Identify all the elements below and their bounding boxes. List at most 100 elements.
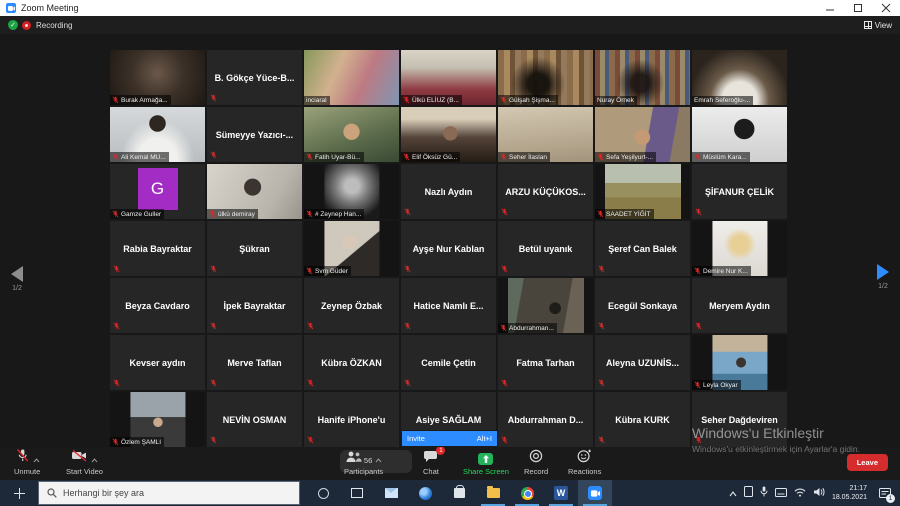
participant-tile[interactable]: Demire Nur K... — [692, 221, 787, 276]
participant-tile[interactable]: ülkü demiray — [207, 164, 302, 219]
taskbar-edge-icon[interactable] — [408, 480, 442, 506]
participant-tile[interactable]: Nazlı Aydın — [401, 164, 496, 219]
participant-tile[interactable]: Nuray Örnek — [595, 50, 690, 105]
taskbar-zoom-icon[interactable] — [578, 480, 612, 506]
participant-tile[interactable]: Gülşah Şişma... — [498, 50, 593, 105]
participant-tile[interactable]: Seher İlaslan — [498, 107, 593, 162]
participant-tile[interactable]: inciaral — [304, 50, 399, 105]
participant-name: Cemile Çetin — [401, 335, 496, 390]
participant-tile[interactable]: Hatice Namlı E... — [401, 278, 496, 333]
participant-tile[interactable]: Sefa Yeşilyurt-... — [595, 107, 690, 162]
taskbar-clock[interactable]: 21:17 18.05.2021 — [832, 484, 867, 502]
participant-tile[interactable]: İpek Bayraktar — [207, 278, 302, 333]
start-video-button[interactable]: Start Video — [66, 449, 103, 476]
participant-tile[interactable]: Rabia Bayraktar — [110, 221, 205, 276]
unmute-label: Unmute — [14, 467, 40, 476]
next-page-button[interactable]: 1/2 — [874, 264, 892, 290]
participant-tile[interactable]: Merve Taflan — [207, 335, 302, 390]
participant-name-chip: Elif Öksüz Gü... — [401, 152, 460, 162]
participant-tile[interactable]: ARZU KÜÇÜKOS... — [498, 164, 593, 219]
muted-mic-icon — [113, 322, 120, 330]
participant-tile[interactable]: SAADET YİĞİT — [595, 164, 690, 219]
encryption-shield-icon[interactable]: ✓ — [8, 20, 18, 30]
chat-button[interactable]: 1 Chat — [423, 449, 439, 476]
video-options-chevron[interactable] — [91, 456, 98, 465]
action-center-button[interactable]: 1 — [874, 480, 896, 506]
close-button[interactable] — [872, 0, 900, 16]
participant-tile[interactable]: Ayşe Nur Kablan — [401, 221, 496, 276]
participant-tile[interactable]: Aleyna UZUNİS... — [595, 335, 690, 390]
start-button[interactable] — [0, 480, 38, 506]
participant-name-chip: Fatih Uyar-Bü... — [304, 152, 364, 162]
participant-tile[interactable]: Ali Kemal MU... — [110, 107, 205, 162]
invite-menu-item[interactable]: Invite Alt+I — [402, 431, 497, 446]
participant-tile[interactable]: Burak Armağa... — [110, 50, 205, 105]
tray-device-icon[interactable] — [744, 484, 753, 502]
maximize-button[interactable] — [844, 0, 872, 16]
participant-name: SAADET YİĞİT — [606, 211, 651, 218]
participant-tile[interactable]: Şükran — [207, 221, 302, 276]
participant-tile[interactable]: Ecegül Sonkaya — [595, 278, 690, 333]
participant-tile[interactable]: Fatih Uyar-Bü... — [304, 107, 399, 162]
participant-letter-avatar: G — [138, 168, 178, 210]
tray-network-icon[interactable] — [794, 484, 806, 502]
participant-tile[interactable]: Elif Öksüz Gü... — [401, 107, 496, 162]
participant-tile[interactable]: Leyla Okyar — [692, 335, 787, 390]
participant-tile[interactable]: Müslüm Kara... — [692, 107, 787, 162]
participant-name: B. Gökçe Yüce-B... — [207, 50, 302, 105]
participant-tile[interactable]: Meryem Aydın — [692, 278, 787, 333]
participant-tile[interactable]: Abdurrahman... — [498, 278, 593, 333]
participant-tile[interactable]: Ülkü ELİUZ (B... — [401, 50, 496, 105]
participant-tile[interactable]: Kübra KURK — [595, 392, 690, 447]
participant-tile[interactable]: Fatma Tarhan — [498, 335, 593, 390]
participants-menu-chevron[interactable] — [375, 456, 382, 465]
participants-button[interactable]: 56 Participants — [344, 449, 383, 476]
share-screen-button[interactable]: Share Screen — [463, 449, 509, 476]
participant-tile[interactable]: Cemile Çetin — [401, 335, 496, 390]
participant-tile[interactable]: Beyza Cavdaro — [110, 278, 205, 333]
participant-tile[interactable]: ŞİFANUR ÇELİK — [692, 164, 787, 219]
taskbar-file-explorer-icon[interactable] — [476, 480, 510, 506]
reactions-button[interactable]: Reactions — [568, 449, 601, 476]
previous-page-button[interactable]: 1/2 — [8, 266, 26, 292]
participant-tile[interactable]: Betül uyanık — [498, 221, 593, 276]
participant-tile[interactable]: Hanife iPhone'u — [304, 392, 399, 447]
record-label: Record — [524, 467, 548, 476]
participant-tile[interactable]: Şeref Can Balek — [595, 221, 690, 276]
participant-tile[interactable]: Zeynep Özbak — [304, 278, 399, 333]
tray-volume-icon[interactable] — [813, 484, 825, 502]
participant-tile[interactable]: Kübra ÖZKAN — [304, 335, 399, 390]
taskbar-mail-icon[interactable] — [374, 480, 408, 506]
minimize-button[interactable] — [816, 0, 844, 16]
participant-tile[interactable]: # Zeynep Han... — [304, 164, 399, 219]
participant-tile[interactable]: Svm Güder — [304, 221, 399, 276]
unmute-button[interactable]: Unmute — [14, 449, 40, 476]
tray-touch-keyboard-icon[interactable] — [775, 484, 787, 502]
participant-tile[interactable]: Seher Dağdeviren — [692, 392, 787, 447]
chrome-icon — [521, 487, 534, 500]
view-button[interactable]: View — [864, 21, 892, 30]
tray-microphone-icon[interactable] — [760, 484, 768, 502]
reactions-label: Reactions — [568, 467, 601, 476]
taskbar-cortana-icon[interactable] — [306, 480, 340, 506]
participant-tile[interactable]: Emrah Seferoğlu-... — [692, 50, 787, 105]
participant-tile[interactable]: GGamze Guller — [110, 164, 205, 219]
participant-tile[interactable]: Özlem ŞAMLI — [110, 392, 205, 447]
participant-tile[interactable]: B. Gökçe Yüce-B... — [207, 50, 302, 105]
record-button[interactable]: Record — [524, 449, 548, 476]
recording-icon[interactable] — [22, 21, 31, 30]
hidden-icons-chevron[interactable] — [729, 484, 737, 502]
taskbar-word-icon[interactable]: W — [544, 480, 578, 506]
taskbar-chrome-icon[interactable] — [510, 480, 544, 506]
participant-tile[interactable]: Sümeyye Yazıcı-... — [207, 107, 302, 162]
taskbar-search-input[interactable]: Herhangi bir şey ara — [38, 481, 300, 505]
taskbar-store-icon[interactable] — [442, 480, 476, 506]
leave-button[interactable]: Leave — [847, 454, 888, 471]
taskbar-task-view-icon[interactable] — [340, 480, 374, 506]
participant-name: Abdurrahman... — [509, 325, 554, 332]
unmute-options-chevron[interactable] — [33, 456, 40, 465]
participant-tile[interactable]: Abdurrahman D... — [498, 392, 593, 447]
participants-menu-popup: Invite Alt+I — [401, 430, 498, 447]
participant-tile[interactable]: NEVİN OSMAN — [207, 392, 302, 447]
participant-tile[interactable]: Kevser aydın — [110, 335, 205, 390]
